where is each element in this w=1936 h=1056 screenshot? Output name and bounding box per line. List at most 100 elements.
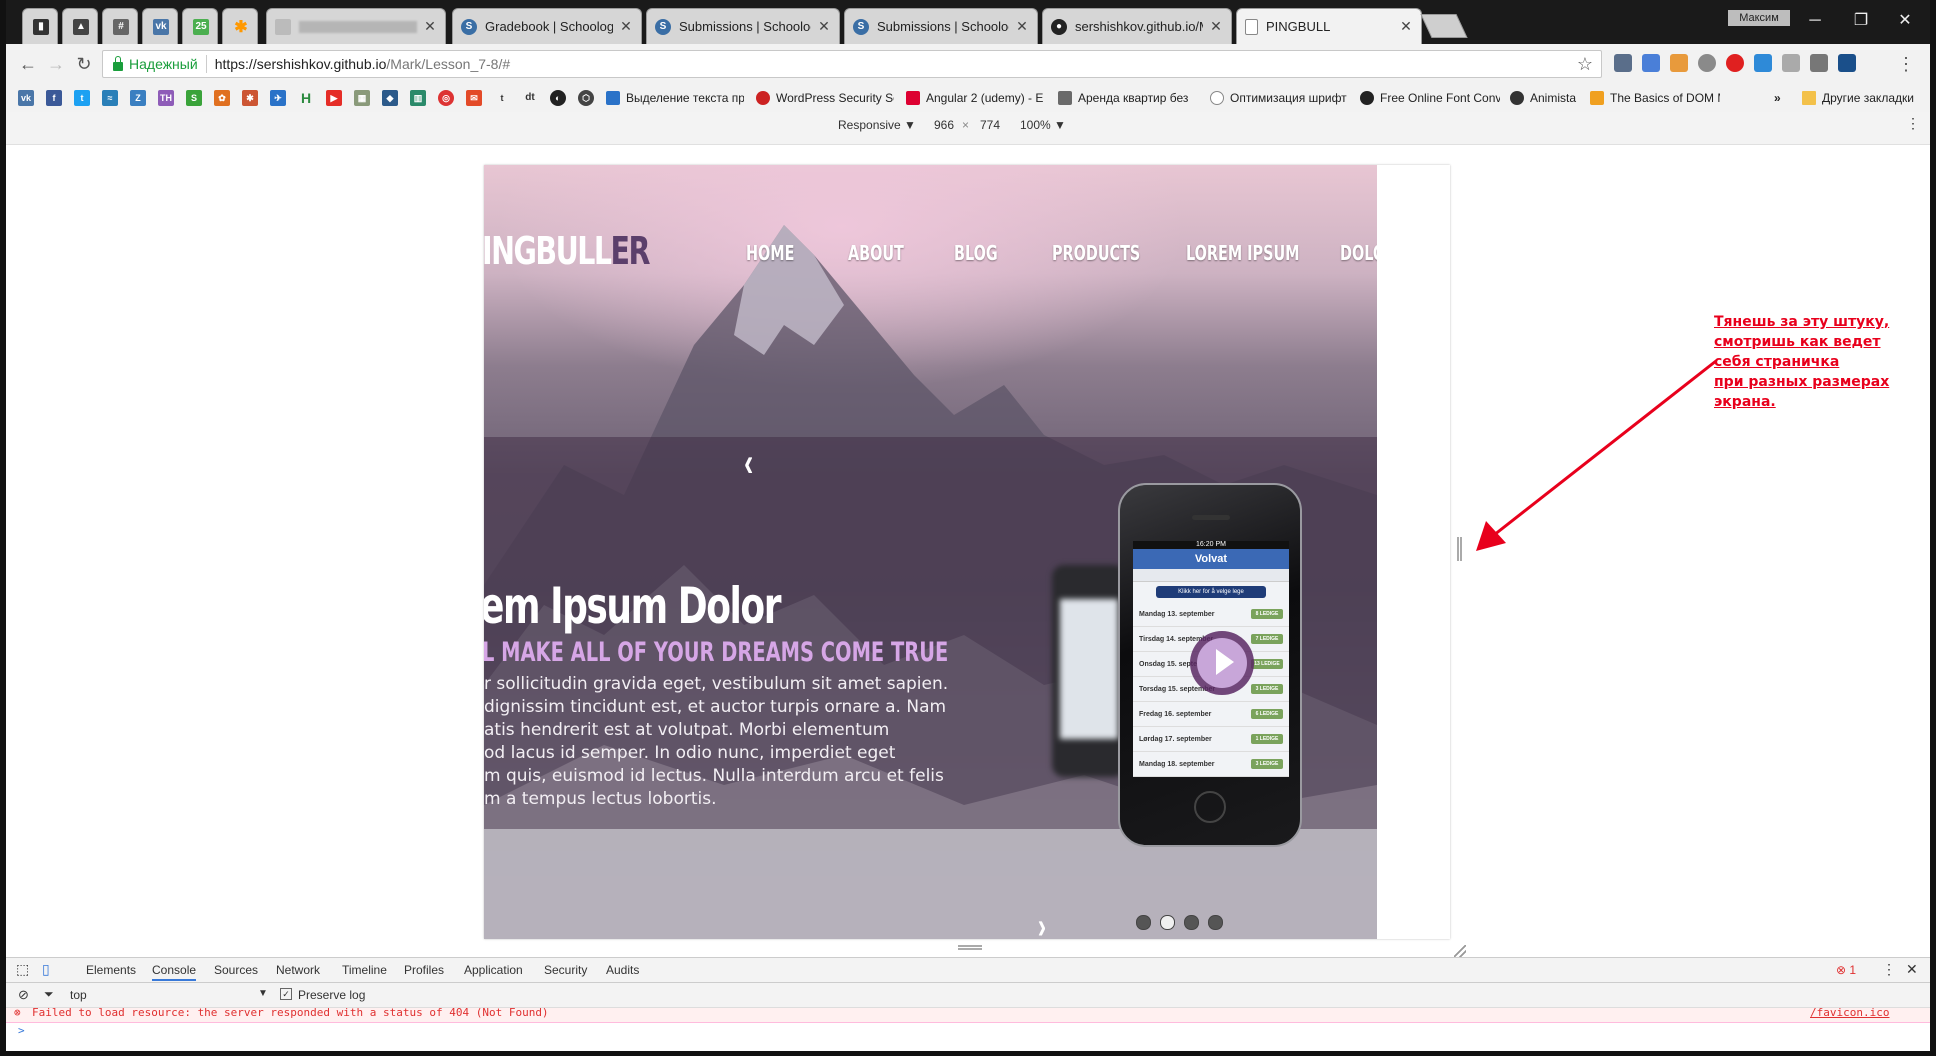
- device-toolbar-toggle-icon[interactable]: ▯: [42, 961, 50, 978]
- console-prompt[interactable]: >: [18, 1024, 25, 1037]
- viewport-corner-resize-handle[interactable]: [1454, 945, 1466, 957]
- tab-blurred[interactable]: ✕: [266, 8, 446, 44]
- close-icon[interactable]: ✕: [423, 18, 437, 35]
- bookmark-item[interactable]: Animista: [1510, 89, 1590, 107]
- bookmark-z-icon[interactable]: Z: [130, 90, 146, 106]
- codepen-icon[interactable]: ⬡: [578, 90, 594, 106]
- bookmark-th-icon[interactable]: TH: [158, 90, 174, 106]
- forward-arrow-icon[interactable]: →: [44, 52, 68, 76]
- bookmark-item[interactable]: Free Online Font Conv: [1360, 89, 1500, 107]
- close-icon[interactable]: ✕: [1209, 18, 1223, 35]
- other-bookmarks-folder[interactable]: Другие закладки: [1802, 89, 1922, 107]
- reload-icon[interactable]: ↻: [72, 52, 96, 76]
- close-icon[interactable]: ✕: [817, 18, 831, 35]
- slider-dot[interactable]: [1208, 915, 1223, 930]
- bookmark-item[interactable]: The Basics of DOM M: [1590, 89, 1720, 107]
- tab-pinned-2[interactable]: ▲: [62, 8, 98, 44]
- tab-console[interactable]: Console: [152, 963, 197, 981]
- tab-application[interactable]: Application: [464, 963, 523, 977]
- device-toolbar-menu-icon[interactable]: ⋮: [1906, 115, 1920, 132]
- slider-prev-arrow-icon[interactable]: ‹: [744, 441, 753, 486]
- error-counter[interactable]: ⊗ 1: [1836, 963, 1856, 977]
- slider-next-arrow-icon[interactable]: ›: [1038, 905, 1046, 939]
- bookmark-mail-icon[interactable]: ✉: [466, 90, 482, 106]
- tab-pinned-4[interactable]: vk: [142, 8, 178, 44]
- viewport-height-resize-handle[interactable]: [958, 945, 982, 950]
- tab-pinned-6[interactable]: ✱: [222, 8, 258, 44]
- facebook-icon[interactable]: f: [46, 90, 62, 106]
- error-source-link[interactable]: /favicon.ico: [1810, 1008, 1889, 1019]
- bookmark-bars-icon[interactable]: ▥: [410, 90, 426, 106]
- nav-products[interactable]: PRODUCTS: [1052, 241, 1140, 265]
- bookmark-star-icon[interactable]: ☆: [1577, 54, 1593, 75]
- nav-dolor-sit-amet[interactable]: DOLOR SIT AMET: [1340, 241, 1377, 265]
- minimize-button[interactable]: ─: [1792, 6, 1838, 36]
- extension-blue-icon[interactable]: [1754, 54, 1772, 72]
- devtools-menu-icon[interactable]: ⋮: [1882, 961, 1896, 978]
- bookmark-item[interactable]: Аренда квартир без: [1058, 89, 1198, 107]
- menu-dots-icon[interactable]: ⋮: [1894, 52, 1918, 76]
- extension-hammer-icon[interactable]: [1670, 54, 1688, 72]
- context-select[interactable]: top: [70, 988, 87, 1002]
- vk-icon[interactable]: vk: [18, 90, 34, 106]
- bookmark-item[interactable]: WordPress Security Sc: [756, 89, 894, 107]
- nav-home[interactable]: HOME: [746, 241, 794, 265]
- devtools-close-icon[interactable]: ✕: [1906, 961, 1918, 978]
- tab-audits[interactable]: Audits: [606, 963, 639, 977]
- new-tab-button[interactable]: [1420, 14, 1468, 38]
- more-bookmarks-button[interactable]: »: [1774, 89, 1788, 107]
- bookmark-dt-icon[interactable]: dt: [522, 90, 538, 106]
- tab-submissions-1[interactable]: S Submissions | Schoology ✕: [646, 8, 840, 44]
- tab-pingbull[interactable]: PINGBULL ✕: [1236, 8, 1422, 44]
- site-logo[interactable]: INGBULLER: [484, 229, 650, 273]
- extension-puzzle-icon[interactable]: [1782, 54, 1800, 72]
- dropdown-arrow-icon[interactable]: ▼: [258, 988, 268, 999]
- slider-dot-active[interactable]: [1160, 915, 1175, 930]
- bookmark-h-icon[interactable]: H: [298, 90, 314, 106]
- tab-profiles[interactable]: Profiles: [404, 963, 444, 977]
- tab-network[interactable]: Network: [276, 963, 320, 977]
- address-bar[interactable]: Надежный https://sershishkov.github.io /…: [102, 50, 1602, 78]
- bookmark-red-icon[interactable]: ◎: [438, 90, 454, 106]
- tab-security[interactable]: Security: [544, 963, 587, 977]
- bookmark-shield-icon[interactable]: ◆: [382, 90, 398, 106]
- preserve-log-checkbox[interactable]: ✓: [280, 988, 292, 1000]
- extension-red-icon[interactable]: [1726, 54, 1744, 72]
- profile-button[interactable]: Максим: [1728, 10, 1790, 26]
- inspect-element-icon[interactable]: ⬚: [16, 961, 29, 978]
- viewport-height-input[interactable]: 774: [980, 118, 1000, 132]
- zoom-select[interactable]: 100% ▼: [1020, 118, 1066, 132]
- extension-move-icon[interactable]: [1698, 54, 1716, 72]
- bookmark-s-icon[interactable]: S: [186, 90, 202, 106]
- close-icon[interactable]: ✕: [1015, 18, 1029, 35]
- close-window-button[interactable]: ✕: [1882, 6, 1928, 36]
- tab-pinned-3[interactable]: #: [102, 8, 138, 44]
- bookmark-t-icon[interactable]: t: [494, 90, 510, 106]
- bookmark-grey-icon[interactable]: ▦: [354, 90, 370, 106]
- slider-dot[interactable]: [1136, 915, 1151, 930]
- bookmark-black-icon[interactable]: ◐: [550, 90, 566, 106]
- translate-icon[interactable]: [1642, 54, 1660, 72]
- camera-icon[interactable]: [1810, 54, 1828, 72]
- maximize-button[interactable]: ❐: [1838, 6, 1884, 36]
- bookmark-item[interactable]: Angular 2 (udemy) - E: [906, 89, 1046, 107]
- play-video-icon[interactable]: [1190, 631, 1254, 695]
- tab-elements[interactable]: Elements: [86, 963, 136, 977]
- tab-timeline[interactable]: Timeline: [342, 963, 387, 977]
- tab-pinned-1[interactable]: ▮: [22, 8, 58, 44]
- bookmark-plane-icon[interactable]: ✈: [270, 90, 286, 106]
- twitter-icon[interactable]: t: [74, 90, 90, 106]
- tab-pinned-5[interactable]: 25: [182, 8, 218, 44]
- extension-shield-icon[interactable]: [1614, 54, 1632, 72]
- close-icon[interactable]: ✕: [1399, 18, 1413, 35]
- nav-blog[interactable]: BLOG: [954, 241, 998, 265]
- viewport-width-resize-handle[interactable]: [1457, 537, 1462, 561]
- nav-about[interactable]: ABOUT: [848, 241, 904, 265]
- bookmark-item[interactable]: Оптимизация шрифт: [1210, 89, 1348, 107]
- back-arrow-icon[interactable]: ←: [16, 52, 40, 76]
- slider-dot[interactable]: [1184, 915, 1199, 930]
- media-query-bar[interactable]: [6, 138, 1930, 145]
- bookmark-item[interactable]: Выделение текста пр: [606, 89, 744, 107]
- tab-sources[interactable]: Sources: [214, 963, 258, 977]
- wifi-icon[interactable]: ≈: [102, 90, 118, 106]
